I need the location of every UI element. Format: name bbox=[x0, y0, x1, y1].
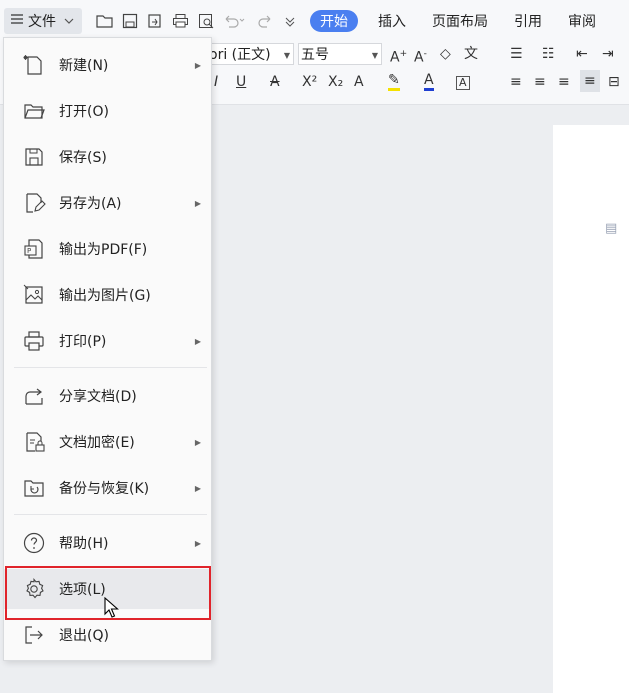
chevron-right-icon: ▶ bbox=[194, 198, 201, 208]
menu-item-encrypt[interactable]: 文档加密(E) ▶ bbox=[4, 422, 211, 462]
align-center-icon[interactable]: ≡ bbox=[534, 72, 546, 92]
menu-divider bbox=[14, 514, 207, 515]
menu-item-new[interactable]: 新建(N) ▶ bbox=[4, 45, 211, 85]
tab-review[interactable]: 审阅 bbox=[568, 11, 596, 31]
menu-divider bbox=[14, 367, 207, 368]
bullet-list-icon[interactable]: ☰ bbox=[510, 44, 523, 64]
save-as-icon bbox=[22, 191, 46, 215]
menu-item-label: 输出为图片(G) bbox=[59, 288, 151, 304]
menu-item-save-as[interactable]: 另存为(A) ▶ bbox=[4, 183, 211, 223]
distributed-align-icon[interactable]: ⊟ bbox=[608, 72, 620, 92]
export-icon[interactable] bbox=[147, 10, 163, 32]
document-page[interactable]: ▤ bbox=[553, 125, 629, 693]
print-icon[interactable] bbox=[172, 10, 189, 32]
document-icon: ▤ bbox=[605, 221, 618, 236]
subscript-icon[interactable]: X₂ bbox=[328, 72, 343, 92]
printer-icon bbox=[22, 329, 46, 353]
numbered-list-icon[interactable]: ☷ bbox=[542, 44, 555, 64]
increase-font-icon[interactable]: A+ bbox=[390, 44, 407, 68]
highlight-color-icon[interactable]: ✎ bbox=[388, 72, 400, 91]
menu-item-share[interactable]: 分享文档(D) bbox=[4, 376, 211, 416]
menu-item-export-image[interactable]: 输出为图片(G) bbox=[4, 275, 211, 315]
font-size-select[interactable]: 五号 ▼ bbox=[298, 43, 382, 65]
justify-icon[interactable]: ≡ bbox=[580, 70, 600, 92]
chevron-down-icon: ▼ bbox=[283, 51, 290, 60]
save-icon[interactable] bbox=[122, 10, 138, 32]
ribbon-tabs: 开始 插入 页面布局 引用 审阅 bbox=[310, 10, 622, 32]
chevron-right-icon: ▶ bbox=[194, 336, 201, 346]
character-border-icon[interactable]: A bbox=[456, 76, 470, 90]
menu-item-label: 帮助(H) bbox=[59, 536, 109, 552]
align-left-icon[interactable]: ≡ bbox=[510, 72, 522, 92]
menu-item-backup-restore[interactable]: 备份与恢复(K) ▶ bbox=[4, 468, 211, 508]
ribbon-top-row: 文件 开始 插入 页面布局 引用 审阅 bbox=[0, 4, 629, 38]
tab-insert[interactable]: 插入 bbox=[378, 11, 406, 31]
menu-item-label: 打印(P) bbox=[59, 334, 107, 350]
menu-item-label: 另存为(A) bbox=[59, 196, 122, 212]
menu-item-save[interactable]: 保存(S) bbox=[4, 137, 211, 177]
redo-icon[interactable] bbox=[258, 10, 274, 32]
menu-item-label: 分享文档(D) bbox=[59, 389, 137, 405]
menu-item-label: 退出(Q) bbox=[59, 628, 109, 644]
tab-page-layout[interactable]: 页面布局 bbox=[432, 11, 488, 31]
share-icon bbox=[22, 384, 46, 408]
menu-item-label: 新建(N) bbox=[59, 58, 109, 74]
file-menu-button[interactable]: 文件 bbox=[4, 8, 82, 34]
menu-item-label: 备份与恢复(K) bbox=[59, 481, 150, 497]
underline-icon[interactable]: U bbox=[236, 72, 246, 92]
font-name-select[interactable]: ori (正文) ▼ bbox=[206, 43, 294, 65]
superscript-icon[interactable]: X² bbox=[302, 72, 317, 92]
folder-open-icon bbox=[22, 99, 46, 123]
menu-item-print[interactable]: 打印(P) ▶ bbox=[4, 321, 211, 361]
menu-item-export-pdf[interactable]: P 输出为PDF(F) bbox=[4, 229, 211, 269]
text-effect-icon[interactable]: A bbox=[354, 72, 364, 92]
backup-restore-icon bbox=[22, 476, 46, 500]
save-icon bbox=[22, 145, 46, 169]
decrease-font-icon[interactable]: A- bbox=[414, 44, 427, 68]
menu-item-label: 输出为PDF(F) bbox=[59, 242, 148, 258]
new-document-icon bbox=[22, 53, 46, 77]
increase-indent-icon[interactable]: ⇥ bbox=[602, 44, 614, 64]
svg-text:P: P bbox=[27, 247, 31, 255]
clear-format-icon[interactable]: ◇ bbox=[440, 44, 451, 64]
quick-access-more-icon[interactable] bbox=[284, 10, 296, 32]
menu-item-label: 打开(O) bbox=[59, 104, 109, 120]
chevron-down-icon: ▼ bbox=[371, 51, 378, 60]
menu-item-open[interactable]: 打开(O) bbox=[4, 91, 211, 131]
tab-home[interactable]: 开始 bbox=[310, 10, 358, 32]
menu-item-label: 保存(S) bbox=[59, 150, 107, 166]
phonetic-guide-icon[interactable]: 文 bbox=[464, 44, 478, 64]
font-size-value: 五号 bbox=[301, 47, 329, 63]
menu-item-exit[interactable]: 退出(Q) bbox=[4, 615, 211, 655]
help-icon bbox=[22, 531, 46, 555]
menu-item-label: 文档加密(E) bbox=[59, 435, 135, 451]
font-name-value: ori (正文) bbox=[209, 47, 271, 63]
open-icon[interactable] bbox=[96, 10, 114, 32]
export-image-icon bbox=[22, 283, 46, 307]
italic-icon[interactable]: I bbox=[214, 72, 218, 92]
chevron-right-icon: ▶ bbox=[194, 538, 201, 548]
align-right-icon[interactable]: ≡ bbox=[558, 72, 570, 92]
strikethrough-icon[interactable]: A bbox=[270, 72, 280, 92]
file-menu-label: 文件 bbox=[28, 14, 56, 30]
print-preview-icon[interactable] bbox=[198, 10, 215, 32]
chevron-right-icon: ▶ bbox=[194, 437, 201, 447]
export-pdf-icon: P bbox=[22, 237, 46, 261]
mouse-pointer-icon bbox=[104, 596, 120, 619]
exit-icon bbox=[22, 623, 46, 647]
menu-item-help[interactable]: 帮助(H) ▶ bbox=[4, 523, 211, 563]
font-color-icon[interactable]: A bbox=[424, 72, 434, 91]
chevron-right-icon: ▶ bbox=[194, 483, 201, 493]
hamburger-icon bbox=[10, 13, 24, 29]
chevron-right-icon: ▶ bbox=[194, 60, 201, 70]
undo-icon[interactable] bbox=[222, 10, 246, 32]
decrease-indent-icon[interactable]: ⇤ bbox=[576, 44, 588, 64]
encrypt-document-icon bbox=[22, 430, 46, 454]
chevron-down-icon bbox=[64, 13, 74, 29]
tab-references[interactable]: 引用 bbox=[514, 11, 542, 31]
